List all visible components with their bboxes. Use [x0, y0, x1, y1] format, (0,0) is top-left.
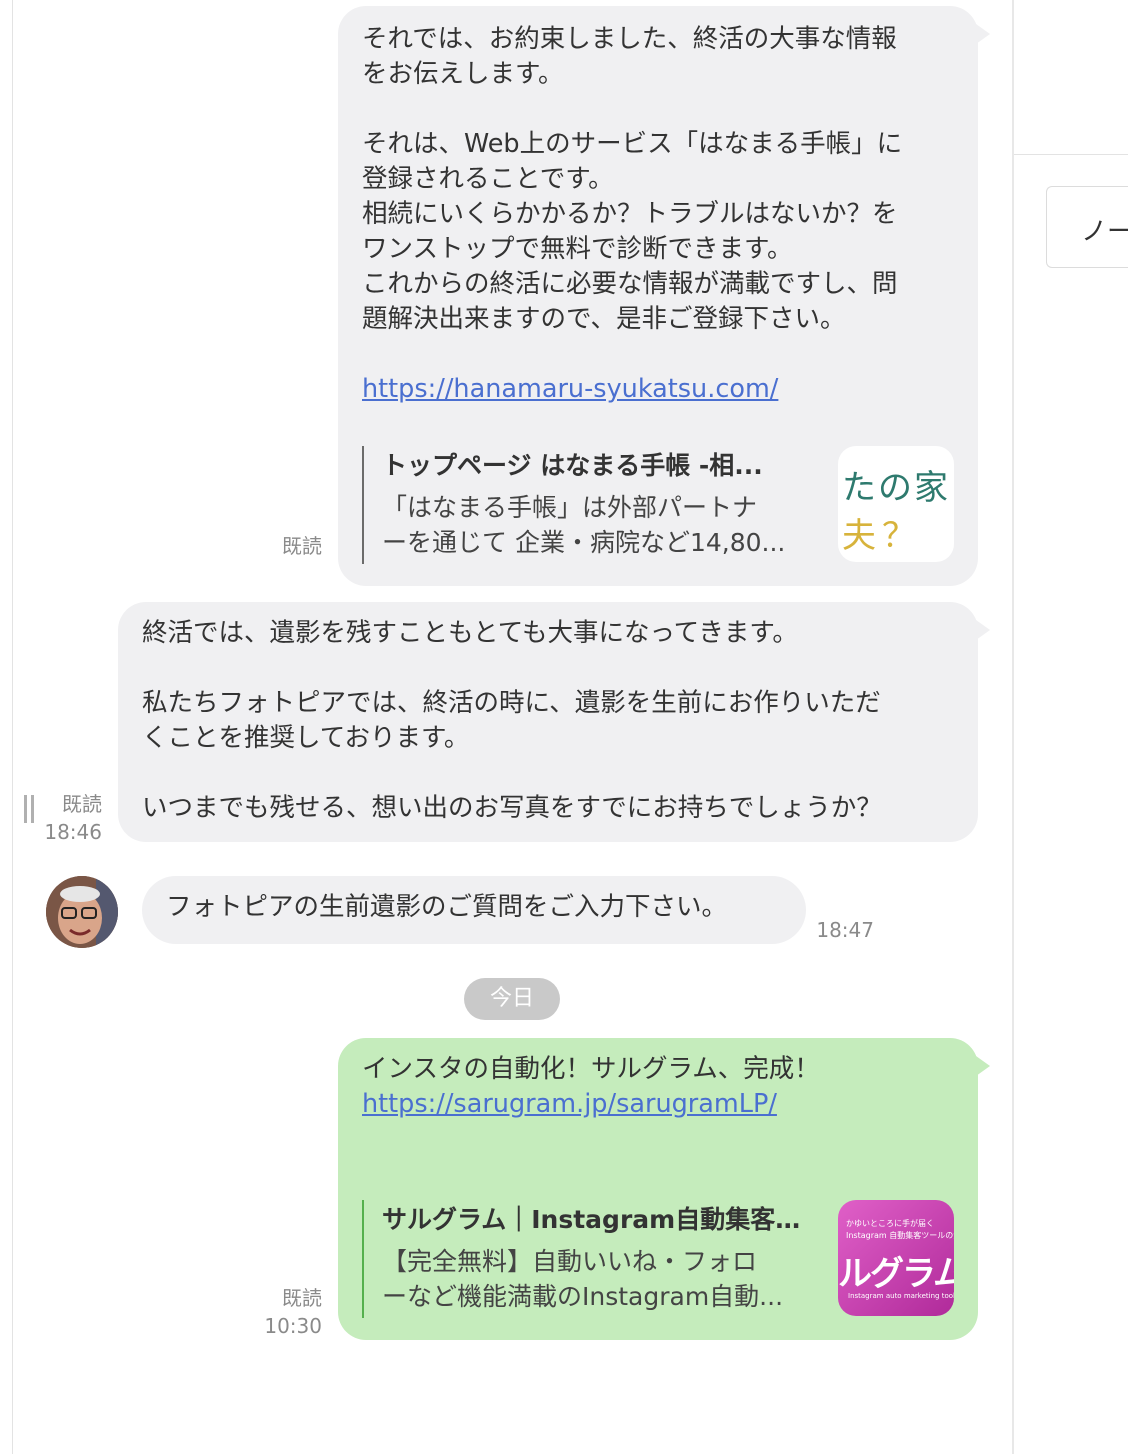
link-preview-card[interactable]: サルグラム｜Instagram自動集客... 【完全無料】自動いいね・フォロ ー… [362, 1200, 822, 1318]
message-line: くことを推奨しております。 [142, 723, 470, 753]
thumbnail-text: 夫？ [842, 516, 922, 556]
preview-desc-line: ーなど機能満載のInstagram自動... [382, 1282, 784, 1311]
side-panel: ノー [1012, 0, 1128, 1454]
preview-desc: 「はなまる手帳」は外部パートナ ーを通じて 企業・病院など14,80... [382, 490, 822, 560]
message-link[interactable]: https://sarugram.jp/sarugramLP/ [362, 1087, 954, 1122]
avatar-image [46, 876, 118, 948]
message-line: それでは、お約束しました、終活の大事な情報 [362, 24, 897, 54]
read-status: 既読 [282, 534, 322, 558]
message-line: 私たちフォトピアでは、終活の時に、遺影を生前にお作りいただ [142, 688, 881, 718]
thumbnail-text: Instagram 自動集客ツールの決 [846, 1231, 954, 1240]
message-time: 18:46 [44, 820, 102, 844]
message-line [362, 92, 954, 127]
preview-desc-line: 「はなまる手帳」は外部パートナ [382, 493, 758, 522]
read-status: 既読 [282, 1286, 322, 1310]
message-line: これからの終活に必要な情報が満載ですし、問 [362, 269, 898, 299]
message-line: いつまでも残せる、想い出のお写真をすでにお持ちでしょうか？ [142, 793, 882, 823]
avatar[interactable] [46, 876, 118, 948]
message-line: 登録されることです。 [362, 164, 614, 194]
message-line: 終活では、遺影を残すこともとても大事になってきます。 [142, 618, 798, 648]
preview-thumbnail[interactable]: たの家 夫？ [838, 446, 954, 562]
message-line: ワンストップで無料で診断できます。 [362, 234, 793, 264]
note-button[interactable]: ノー [1046, 186, 1128, 268]
chat-area: それでは、お約束しました、終活の大事な情報 をお伝えします。 それは、Web上の… [0, 0, 1013, 1454]
thumbnail-text: ルグラム [838, 1254, 954, 1294]
message-time: 10:30 [264, 1314, 322, 1338]
note-label: ノー [1081, 217, 1128, 247]
message-line: 題解決出来ますので、是非ご登録下さい。 [362, 304, 846, 334]
preview-title: トップページ はなまる手帳 -相... [382, 451, 763, 480]
message-bubble-3[interactable]: フォトピアの生前遺影のご質問をご入力下さい。 [142, 876, 806, 944]
preview-desc-line: ーを通じて 企業・病院など14,80... [382, 528, 786, 557]
message-bubble-2[interactable]: 終活では、遺影を残すこともとても大事になってきます。 私たちフォトピアでは、終活… [118, 602, 978, 842]
preview-thumbnail[interactable]: かゆいところに手が届く Instagram 自動集客ツールの決 ルグラム Ins… [838, 1200, 954, 1316]
read-marker-icon [24, 795, 36, 823]
preview-title: サルグラム｜Instagram自動集客... [382, 1205, 802, 1234]
message-line [142, 756, 954, 791]
message-line: フォトピアの生前遺影のご質問をご入力下さい。 [166, 892, 728, 922]
message-link[interactable]: https://hanamaru-syukatsu.com/ [362, 372, 954, 407]
panel-divider [1014, 154, 1128, 155]
bubble-tail [976, 24, 990, 44]
message-line: 相続にいくらかかるか？トラブルはないか？を [362, 199, 898, 229]
thumbnail-text: たの家 [842, 468, 950, 508]
thumbnail-text: Instagram auto marketing tool [848, 1292, 954, 1300]
message-line: をお伝えします。 [362, 59, 564, 89]
bubble-tail [976, 1056, 990, 1076]
date-separator: 今日 [464, 978, 560, 1020]
message-time: 18:47 [816, 918, 874, 942]
left-divider [12, 0, 13, 1454]
message-line: インスタの自動化！サルグラム、完成！ [362, 1054, 820, 1084]
message-line: それは、Web上のサービス「はなまる手帳」に [362, 129, 903, 159]
bubble-tail [976, 620, 990, 640]
thumbnail-text: かゆいところに手が届く [846, 1219, 934, 1228]
link-preview-card[interactable]: トップページ はなまる手帳 -相... 「はなまる手帳」は外部パートナ ーを通じ… [362, 446, 822, 564]
preview-desc-line: 【完全無料】自動いいね・フォロ [382, 1247, 758, 1276]
message-line [142, 651, 954, 686]
read-status: 既読 [62, 792, 102, 816]
preview-desc: 【完全無料】自動いいね・フォロ ーなど機能満載のInstagram自動... [382, 1244, 822, 1314]
